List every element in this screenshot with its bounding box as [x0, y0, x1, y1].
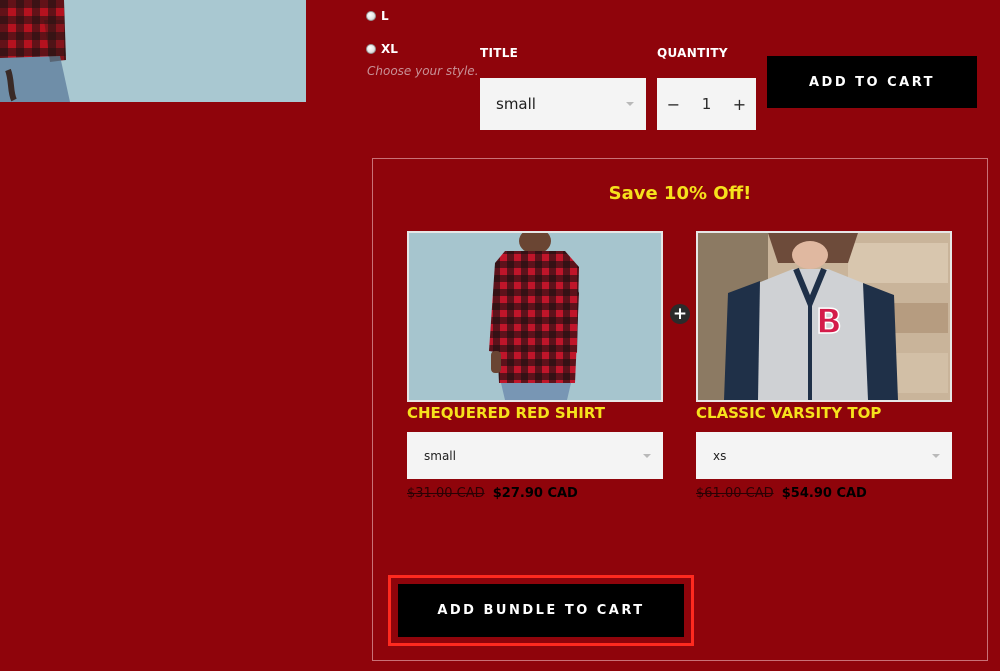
bundle-item-image[interactable]: B — [696, 231, 952, 402]
size-option-l[interactable]: L — [366, 9, 389, 23]
bundle-item-image[interactable] — [407, 231, 663, 402]
title-label: TITLE — [480, 46, 519, 60]
red-shirt-photo — [409, 233, 661, 400]
radio-button[interactable] — [366, 11, 376, 21]
varsity-letter-logo: B — [816, 302, 842, 342]
quantity-decrease-button[interactable]: − — [657, 78, 690, 130]
size-option-label: XL — [381, 42, 398, 56]
quantity-stepper: − 1 + — [657, 78, 756, 130]
size-option-xl[interactable]: XL — [366, 42, 398, 56]
chevron-down-icon — [643, 454, 651, 458]
bundle-item-price: $31.00 CAD $27.90 CAD — [407, 486, 578, 501]
quantity-increase-button[interactable]: + — [723, 78, 756, 130]
chevron-down-icon — [626, 102, 634, 106]
add-bundle-to-cart-button[interactable]: ADD BUNDLE TO CART — [398, 584, 684, 637]
quantity-label: QUANTITY — [657, 46, 728, 60]
plus-icon: + — [670, 304, 690, 324]
size-option-label: L — [381, 9, 389, 23]
discounted-price: $54.90 CAD — [781, 486, 867, 501]
bundle-item-name[interactable]: CLASSIC VARSITY TOP — [696, 404, 881, 422]
bundle-panel: Save 10% Off! + B CHEQUERED RED SHIRT CL… — [372, 158, 988, 661]
title-select-value: small — [496, 95, 536, 113]
varsity-top-photo: B — [698, 233, 950, 400]
quantity-input[interactable]: 1 — [690, 78, 723, 130]
radio-button[interactable] — [366, 44, 376, 54]
chevron-down-icon — [932, 454, 940, 458]
bundle-item-price: $61.00 CAD $54.90 CAD — [696, 486, 867, 501]
discounted-price: $27.90 CAD — [492, 486, 578, 501]
add-to-cart-button[interactable]: ADD TO CART — [767, 56, 977, 108]
add-bundle-highlight: ADD BUNDLE TO CART — [388, 575, 694, 646]
style-help-text: Choose your style. — [367, 64, 479, 78]
variant-select-value: small — [424, 448, 456, 463]
bundle-item-name[interactable]: CHEQUERED RED SHIRT — [407, 404, 605, 422]
bundle-variant-select[interactable]: xs — [696, 432, 952, 479]
hero-shirt-photo — [0, 0, 306, 102]
title-select[interactable]: small — [480, 78, 646, 130]
bundle-heading: Save 10% Off! — [608, 183, 752, 204]
original-price: $31.00 CAD — [407, 486, 485, 501]
variant-select-value: xs — [713, 448, 727, 463]
bundle-variant-select[interactable]: small — [407, 432, 663, 479]
main-product-image — [0, 0, 306, 102]
original-price: $61.00 CAD — [696, 486, 774, 501]
